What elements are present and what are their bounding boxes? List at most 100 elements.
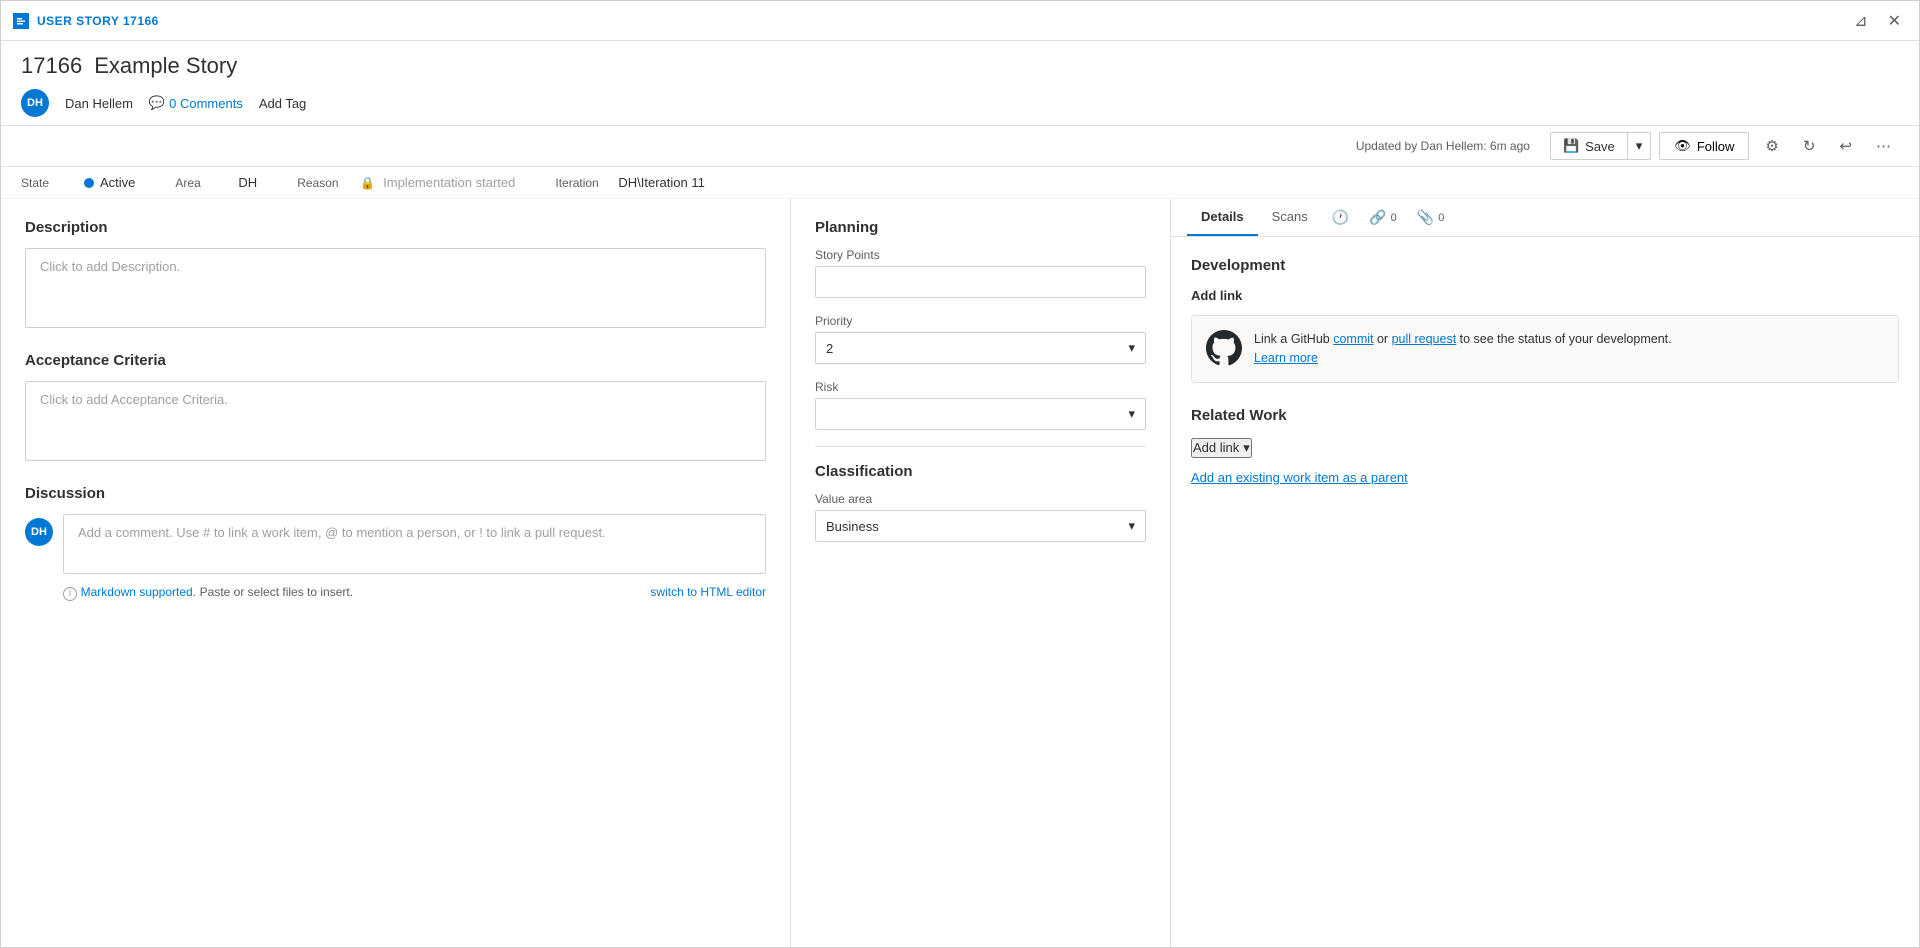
github-text-before: Link a GitHub: [1254, 332, 1333, 346]
more-button[interactable]: ⋯: [1868, 132, 1899, 160]
attachment-icon: 📎: [1417, 209, 1434, 226]
area-field: Area DH: [175, 175, 257, 190]
discussion-section: Discussion DH Add a comment. Use # to li…: [25, 485, 766, 605]
save-main[interactable]: 💾 Save: [1551, 133, 1628, 159]
tabs: Details Scans 🕐 🔗 0 📎 0: [1171, 199, 1919, 237]
area-label: Area: [175, 176, 230, 190]
work-item-meta: DH Dan Hellem 💬 0 Comments Add Tag: [21, 89, 1899, 117]
planning-section: Planning Story Points Priority 2 ▾ Risk: [815, 219, 1146, 430]
paste-text: Paste or select files to insert.: [200, 585, 353, 599]
comment-input[interactable]: Add a comment. Use # to link a work item…: [63, 514, 766, 574]
attachments-tab-button[interactable]: 📎 0: [1407, 201, 1455, 234]
links-tab-button[interactable]: 🔗 0: [1359, 201, 1407, 234]
related-work-add: Add link ▾: [1191, 438, 1899, 458]
priority-value: 2: [826, 341, 833, 356]
discussion-header: Discussion: [25, 485, 766, 502]
work-item-title[interactable]: Example Story: [94, 53, 237, 79]
minimize-button[interactable]: ⊿: [1848, 9, 1873, 33]
toolbar: Updated by Dan Hellem: 6m ago 💾 Save ▾ 👁…: [1, 126, 1919, 167]
undo-button[interactable]: ↩: [1831, 132, 1860, 160]
info-icon: i: [63, 587, 77, 601]
development-add-link[interactable]: Add link: [1191, 288, 1242, 303]
risk-label: Risk: [815, 380, 1146, 394]
description-input[interactable]: Click to add Description.: [25, 248, 766, 328]
state-bar: State Active Area DH Reason 🔒 Implementa…: [1, 167, 1919, 199]
markdown-info: i Markdown supported. Paste or select fi…: [63, 584, 353, 601]
markdown-link[interactable]: Markdown supported.: [81, 585, 196, 599]
link-icon: 🔗: [1369, 209, 1386, 226]
value-area-field: Value area Business ▾: [815, 492, 1146, 542]
value-area-select[interactable]: Business ▾: [815, 510, 1146, 542]
value-area-chevron-icon: ▾: [1128, 518, 1135, 534]
left-panel: Description Click to add Description. Ac…: [1, 199, 791, 947]
iteration-label: Iteration: [555, 176, 610, 190]
state-label: State: [21, 176, 76, 190]
spacer: [1191, 383, 1899, 407]
reason-value[interactable]: Implementation started: [383, 175, 515, 190]
work-item-window: USER STORY 17166 ⊿ ✕ 17166 Example Story…: [0, 0, 1920, 948]
main-content: Description Click to add Description. Ac…: [1, 199, 1919, 947]
save-dropdown[interactable]: ▾: [1628, 133, 1651, 159]
story-points-label: Story Points: [815, 248, 1146, 262]
story-points-field: Story Points: [815, 248, 1146, 298]
description-header: Description: [25, 219, 766, 236]
description-placeholder: Click to add Description.: [40, 259, 180, 274]
priority-label: Priority: [815, 314, 1146, 328]
lock-icon: 🔒: [360, 176, 375, 190]
tab-details[interactable]: Details: [1187, 199, 1258, 236]
close-button[interactable]: ✕: [1882, 9, 1907, 33]
related-work-add-link-button[interactable]: Add link ▾: [1191, 438, 1252, 458]
links-count: 0: [1391, 212, 1397, 224]
right-panel: Details Scans 🕐 🔗 0 📎 0: [1171, 199, 1919, 947]
discussion-footer: i Markdown supported. Paste or select fi…: [63, 580, 766, 605]
follow-label: Follow: [1697, 139, 1735, 154]
save-button[interactable]: 💾 Save ▾: [1550, 132, 1651, 160]
comment-icon: 💬: [149, 95, 165, 111]
reason-label: Reason: [297, 176, 352, 190]
middle-panel: Planning Story Points Priority 2 ▾ Risk: [791, 199, 1171, 947]
tab-scans[interactable]: Scans: [1258, 199, 1322, 236]
comments-count: 0 Comments: [169, 96, 243, 111]
reason-field: Reason 🔒 Implementation started: [297, 175, 515, 190]
classification-header: Classification: [815, 463, 1146, 480]
iteration-value[interactable]: DH\Iteration 11: [618, 175, 704, 190]
work-item-id: 17166: [21, 53, 82, 79]
discussion-area: DH Add a comment. Use # to link a work i…: [25, 514, 766, 605]
github-pr-link[interactable]: pull request: [1392, 332, 1457, 346]
description-section: Description Click to add Description.: [25, 219, 766, 328]
github-text-middle: or: [1374, 332, 1392, 346]
related-work-header: Related Work: [1191, 407, 1899, 424]
divider: [815, 446, 1146, 447]
state-dot: [84, 178, 94, 188]
add-tag-button[interactable]: Add Tag: [259, 96, 306, 111]
state-value[interactable]: Active: [84, 175, 135, 190]
comments-link[interactable]: 💬 0 Comments: [149, 95, 243, 111]
planning-header: Planning: [815, 219, 1146, 236]
github-icon: [1206, 330, 1242, 366]
priority-field: Priority 2 ▾: [815, 314, 1146, 364]
settings-button[interactable]: ⚙: [1757, 132, 1786, 160]
learn-more-link[interactable]: Learn more: [1254, 351, 1318, 365]
risk-select[interactable]: ▾: [815, 398, 1146, 430]
risk-chevron-icon: ▾: [1128, 406, 1135, 422]
refresh-button[interactable]: ↻: [1795, 132, 1824, 160]
follow-button[interactable]: 👁 Follow: [1659, 132, 1749, 160]
save-label: Save: [1585, 139, 1615, 154]
history-icon: 🕐: [1332, 209, 1349, 226]
area-value[interactable]: DH: [238, 175, 257, 190]
classification-section: Classification Value area Business ▾: [815, 463, 1146, 542]
github-commit-link[interactable]: commit: [1333, 332, 1373, 346]
right-panel-content: Development Add link Link a GitHub commi…: [1171, 237, 1919, 505]
github-box: Link a GitHub commit or pull request to …: [1191, 315, 1899, 383]
comment-placeholder: Add a comment. Use # to link a work item…: [78, 525, 606, 540]
story-points-input[interactable]: [815, 266, 1146, 298]
history-tab-button[interactable]: 🕐: [1322, 201, 1359, 234]
add-link-label: Add link: [1193, 440, 1239, 455]
acceptance-criteria-input[interactable]: Click to add Acceptance Criteria.: [25, 381, 766, 461]
switch-to-html-link[interactable]: switch to HTML editor: [650, 585, 766, 599]
priority-chevron-icon: ▾: [1128, 340, 1135, 356]
priority-select[interactable]: 2 ▾: [815, 332, 1146, 364]
state-field: State Active: [21, 175, 135, 190]
acceptance-criteria-header: Acceptance Criteria: [25, 352, 766, 369]
add-parent-link[interactable]: Add an existing work item as a parent: [1191, 470, 1899, 485]
